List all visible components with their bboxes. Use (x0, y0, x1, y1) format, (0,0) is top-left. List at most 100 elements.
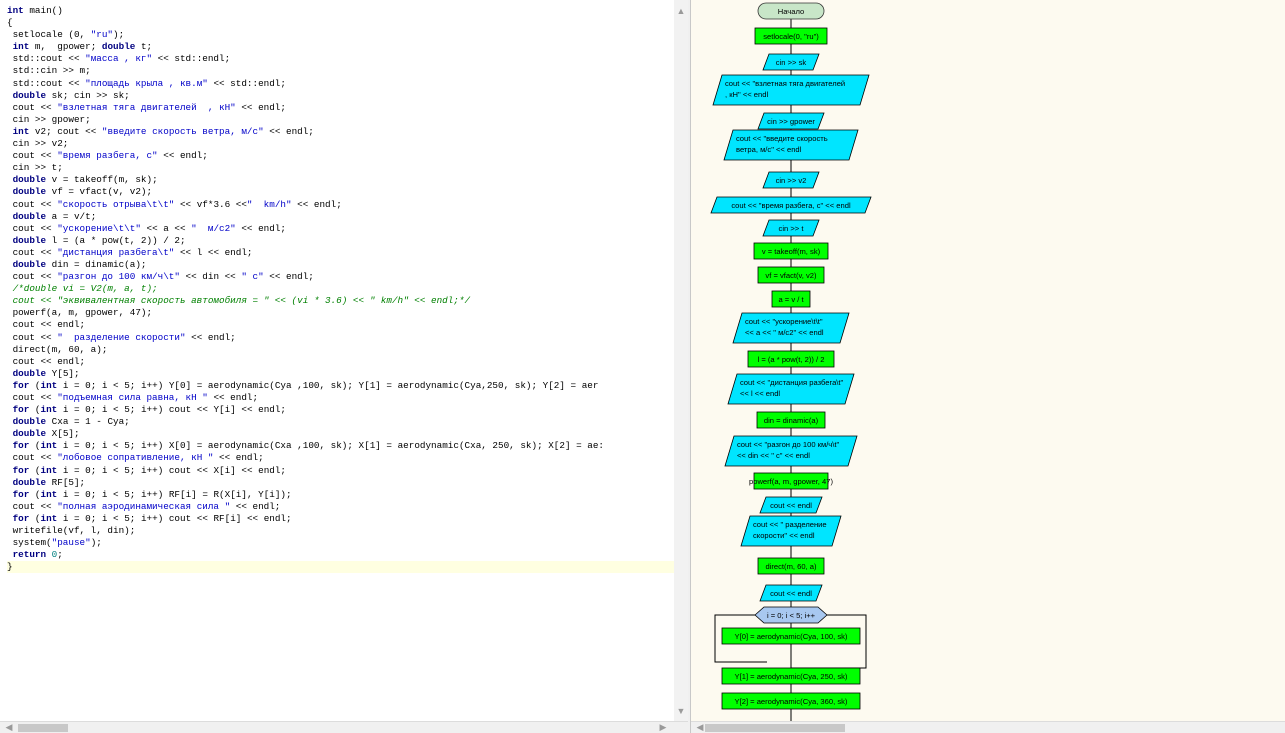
editor-horizontal-scrollbar[interactable]: ◀ ▶ (0, 721, 688, 733)
code-line[interactable]: cout << "эквивалентная скорость автомоби… (7, 295, 675, 307)
code-line[interactable]: cout << " разделение скорости" << endl; (7, 332, 675, 344)
scroll-right-arrow-icon[interactable]: ▶ (656, 720, 670, 733)
flowchart-node-process[interactable]: a = v / t (771, 290, 811, 308)
flowchart-node-process[interactable]: direct(m, 60, a) (757, 557, 825, 575)
node-label: cin >> gpower (767, 117, 815, 126)
flowchart-node-io[interactable]: cin >> t (762, 219, 820, 237)
code-line[interactable]: int v2; cout << "введите скорость ветра,… (7, 126, 675, 138)
code-line[interactable]: cin >> gpower; (7, 114, 675, 126)
code-line[interactable]: direct(m, 60, a); (7, 344, 675, 356)
editor-vertical-scrollbar[interactable]: ▲ ▼ (674, 0, 688, 721)
scroll-up-arrow-icon[interactable]: ▲ (674, 4, 688, 18)
code-line[interactable]: int main() (7, 5, 675, 17)
code-token: << endl; (207, 392, 259, 403)
flowchart-node-io[interactable]: cout << "дистанция разбега\t" << l << end… (727, 373, 855, 405)
code-line[interactable]: for (int i = 0; i < 5; i++) cout << Y[i]… (7, 404, 675, 416)
code-line[interactable]: cout << "ускорение\t\t" << a << " м/с2" … (7, 223, 675, 235)
code-line[interactable]: double v = takeoff(m, sk); (7, 174, 675, 186)
flowchart-node-process[interactable]: Y[0] = aerodynamic(Cya, 100, sk) (721, 627, 861, 645)
code-token: i = 0; i < 5; i++) Y[0] = aerodynamic(Cy… (57, 379, 599, 391)
code-token: double (12, 476, 47, 488)
scroll-down-arrow-icon[interactable]: ▼ (674, 704, 688, 718)
code-line[interactable]: cout << "разгон до 100 км/ч\t" << din <<… (7, 271, 675, 283)
code-token: " km/h" (246, 198, 292, 210)
flowchart-node-io[interactable]: cout << "время разбега, с" << endl (710, 196, 872, 214)
code-line[interactable]: double vf = vfact(v, v2); (7, 186, 675, 198)
code-line[interactable]: double a = v/t; (7, 211, 675, 223)
flowchart-node-io[interactable]: cout << "разгон до 100 км/ч\t" << din << … (724, 435, 858, 467)
code-line[interactable]: cout << "дистанция разбега\t" << l << en… (7, 247, 675, 259)
flowchart-node-process[interactable]: Y[1] = aerodynamic(Cya, 250, sk) (721, 667, 861, 685)
flowchart-node-io[interactable]: cout << "взлетная тяга двигателей , кН" <… (712, 74, 870, 106)
code-line[interactable]: double sk; cin >> sk; (7, 90, 675, 102)
code-token: "ускорение\t\t" (57, 222, 141, 234)
flowchart-hscroll-thumb[interactable] (705, 724, 845, 732)
code-line[interactable]: double Cxa = 1 - Cya; (7, 416, 675, 428)
flowchart-node-process[interactable]: vf = vfact(v, v2) (757, 266, 825, 284)
flowchart-node-loop[interactable]: i = 0; i < 5; i++ (754, 606, 828, 624)
code-editor-pane[interactable]: int main(){ setlocale (0, "ru"); int m, … (0, 0, 688, 733)
code-line[interactable]: cout << endl; (7, 319, 675, 331)
flowchart-node-process[interactable]: l = (a * pow(t, 2)) / 2 (747, 350, 835, 368)
code-token: int (40, 488, 58, 500)
code-line[interactable]: for (int i = 0; i < 5; i++) Y[0] = aerod… (7, 380, 675, 392)
code-token: cout << (7, 500, 58, 512)
flowchart-node-io[interactable]: cin >> v2 (762, 171, 820, 189)
code-line[interactable]: std::cin >> m; (7, 65, 675, 77)
flowchart-node-io[interactable]: cout << "ускорение\t\t" << a << " м/с2" <… (732, 312, 850, 344)
code-token: double (12, 258, 47, 270)
flowchart-node-io[interactable]: cin >> gpower (757, 112, 825, 130)
code-line[interactable]: double X[5]; (7, 428, 675, 440)
flowchart-node-process[interactable]: setlocale(0, "ru") (754, 27, 828, 45)
code-line[interactable]: for (int i = 0; i < 5; i++) X[0] = aerod… (7, 440, 675, 452)
flowchart-node-io[interactable]: cout << "введите скорость ветра, м/с" << … (723, 129, 859, 161)
code-token: cout << (7, 271, 58, 283)
code-token: "введите скорость ветра, м/с" (101, 125, 264, 137)
editor-hscroll-thumb[interactable] (18, 724, 68, 732)
code-line[interactable]: cout << "подъемная сила равна, кН " << e… (7, 392, 675, 404)
code-line[interactable]: double l = (a * pow(t, 2)) / 2; (7, 235, 675, 247)
code-line[interactable]: /*double vi = V2(m, a, t); (7, 283, 675, 295)
code-line[interactable]: { (7, 17, 675, 29)
code-line[interactable]: cout << "полная аэродинамическая сила " … (7, 501, 675, 513)
scroll-left-arrow-icon[interactable]: ◀ (2, 720, 16, 733)
code-token: double (12, 367, 47, 379)
code-line[interactable]: for (int i = 0; i < 5; i++) cout << X[i]… (7, 465, 675, 477)
flowchart-node-terminal[interactable]: Начало (757, 2, 825, 20)
code-line[interactable]: powerf(a, m, gpower, 47); (7, 307, 675, 319)
code-line[interactable]: std::cout << "масса , кг" << std::endl; (7, 53, 675, 65)
code-line[interactable]: cin >> v2; (7, 138, 675, 150)
flowchart-node-io[interactable]: cout << " разделение скорости" << endl (740, 515, 842, 547)
code-line[interactable]: cout << "скорость отрыва\t\t" << vf*3.6 … (7, 199, 675, 211)
code-line[interactable]: cout << "лобовое сопративление, кН " << … (7, 452, 675, 464)
code-line[interactable]: cin >> t; (7, 162, 675, 174)
flowchart-node-io[interactable]: cout << endl (759, 584, 823, 602)
code-line[interactable]: int m, gpower; double t; (7, 41, 675, 53)
code-area[interactable]: int main(){ setlocale (0, "ru"); int m, … (7, 5, 675, 717)
code-line[interactable]: double din = dinamic(a); (7, 259, 675, 271)
node-label: cout << "введите скорость (736, 134, 828, 143)
flowchart-node-process[interactable]: v = takeoff(m, sk) (753, 242, 829, 260)
code-line[interactable]: std::cout << "площадь крыла , кв.м" << s… (7, 78, 675, 90)
code-line[interactable]: setlocale (0, "ru"); (7, 29, 675, 41)
code-line[interactable]: system("pause"); (7, 537, 675, 549)
code-line[interactable]: cout << "время разбега, с" << endl; (7, 150, 675, 162)
node-label: cout << "время разбега, с" << endl (731, 201, 851, 210)
code-line[interactable]: for (int i = 0; i < 5; i++) RF[i] = R(X[… (7, 489, 675, 501)
flowchart-node-io[interactable]: cin >> sk (762, 53, 820, 71)
code-line[interactable]: writefile(vf, l, din); (7, 525, 675, 537)
code-line[interactable]: cout << "взлетная тяга двигателей , кН" … (7, 102, 675, 114)
flowchart-node-process[interactable]: Y[2] = aerodynamic(Cya, 360, sk) (721, 692, 861, 710)
flowchart-node-process[interactable]: din = dinamic(a) (756, 411, 826, 429)
flowchart-horizontal-scrollbar[interactable]: ◀ (691, 721, 1285, 733)
code-line[interactable]: } (7, 561, 675, 574)
code-token: cout << (7, 101, 58, 113)
flowchart-pane[interactable]: Начало setlocale(0, "ru") cin >> sk cout <<… (690, 0, 1285, 733)
code-line[interactable]: double Y[5]; (7, 368, 675, 380)
code-line[interactable]: for (int i = 0; i < 5; i++) cout << RF[i… (7, 513, 675, 525)
flowchart-node-process[interactable]: powerf(a, m, gpower, 47) (749, 472, 833, 490)
code-line[interactable]: double RF[5]; (7, 477, 675, 489)
code-line[interactable]: return 0; (7, 549, 675, 561)
flowchart-node-io[interactable]: cout << endl (759, 496, 823, 514)
code-line[interactable]: cout << endl; (7, 356, 675, 368)
